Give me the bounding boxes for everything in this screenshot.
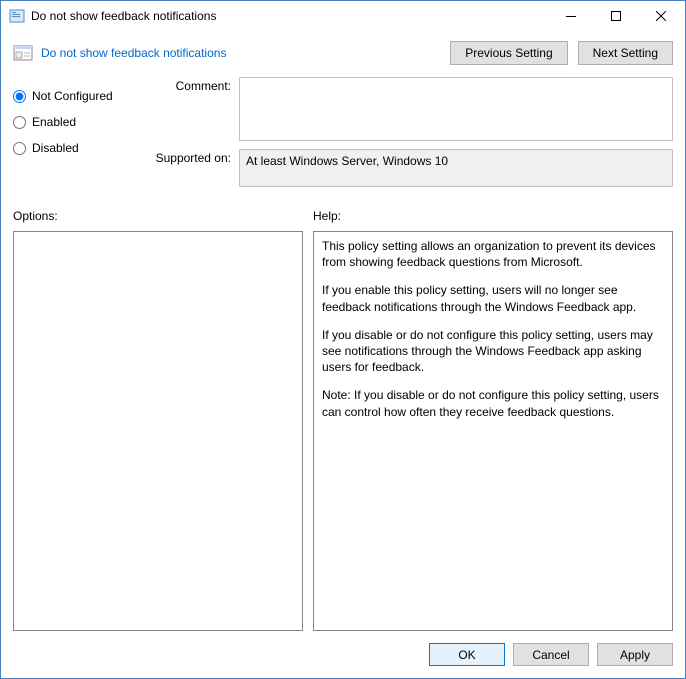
help-paragraph: This policy setting allows an organizati… — [322, 238, 664, 270]
group-policy-icon — [9, 8, 25, 24]
options-column: Options: — [13, 203, 303, 631]
radio-disabled-input[interactable] — [13, 142, 26, 155]
state-radios: Not Configured Enabled Disabled — [13, 77, 143, 195]
radio-disabled[interactable]: Disabled — [13, 135, 143, 161]
radio-enabled[interactable]: Enabled — [13, 109, 143, 135]
radio-disabled-label: Disabled — [32, 141, 79, 155]
minimize-button[interactable] — [548, 2, 593, 30]
options-box[interactable] — [13, 231, 303, 631]
header: Do not show feedback notifications Previ… — [1, 31, 685, 73]
help-paragraph: If you enable this policy setting, users… — [322, 282, 664, 314]
apply-button[interactable]: Apply — [597, 643, 673, 666]
title-bar: Do not show feedback notifications — [1, 1, 685, 31]
window-title: Do not show feedback notifications — [31, 9, 548, 23]
ok-button[interactable]: OK — [429, 643, 505, 666]
supported-on-value: At least Windows Server, Windows 10 — [239, 149, 673, 187]
policy-title: Do not show feedback notifications — [41, 46, 440, 60]
footer: OK Cancel Apply — [1, 631, 685, 678]
help-box[interactable]: This policy setting allows an organizati… — [313, 231, 673, 631]
radio-enabled-input[interactable] — [13, 116, 26, 129]
body-section: Options: Help: This policy setting allow… — [1, 195, 685, 631]
help-label: Help: — [313, 209, 673, 223]
config-section: Not Configured Enabled Disabled Comment:… — [1, 73, 685, 195]
options-label: Options: — [13, 209, 303, 223]
maximize-button[interactable] — [593, 2, 638, 30]
help-paragraph: Note: If you disable or do not configure… — [322, 387, 664, 419]
radio-not-configured-label: Not Configured — [32, 89, 113, 103]
supported-label: Supported on: — [155, 149, 235, 187]
comment-input[interactable] — [239, 77, 673, 141]
comment-label: Comment: — [155, 77, 235, 141]
close-button[interactable] — [638, 2, 683, 30]
help-paragraph: If you disable or do not configure this … — [322, 327, 664, 376]
radio-enabled-label: Enabled — [32, 115, 76, 129]
cancel-button[interactable]: Cancel — [513, 643, 589, 666]
fields: Comment: Supported on: At least Windows … — [155, 77, 673, 195]
policy-icon — [13, 43, 33, 63]
help-column: Help: This policy setting allows an orga… — [313, 203, 673, 631]
next-setting-button[interactable]: Next Setting — [578, 41, 673, 65]
radio-not-configured[interactable]: Not Configured — [13, 83, 143, 109]
radio-not-configured-input[interactable] — [13, 90, 26, 103]
previous-setting-button[interactable]: Previous Setting — [450, 41, 567, 65]
